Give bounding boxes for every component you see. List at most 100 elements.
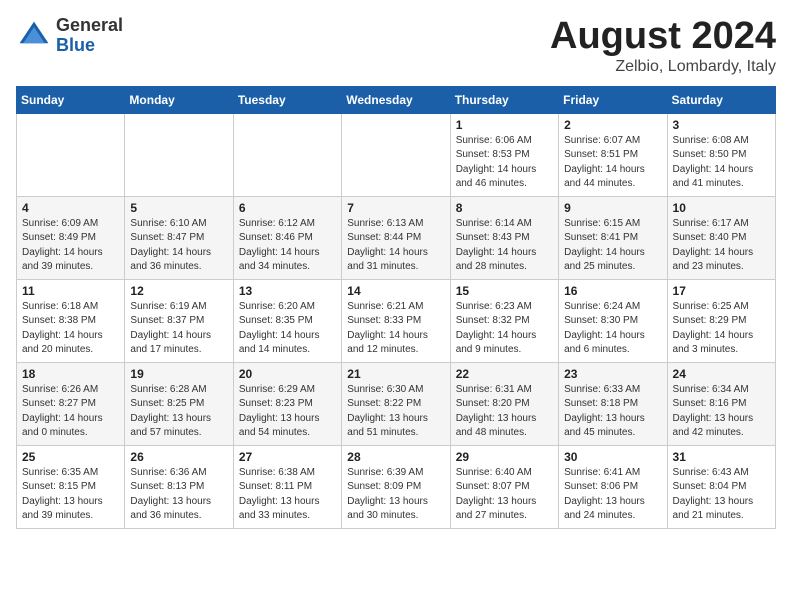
calendar-week-row: 11Sunrise: 6:18 AMSunset: 8:38 PMDayligh… bbox=[17, 279, 776, 362]
day-number: 3 bbox=[673, 118, 770, 132]
day-info: Sunrise: 6:39 AMSunset: 8:09 PMDaylight:… bbox=[347, 466, 444, 524]
logo-text: General Blue bbox=[56, 16, 123, 56]
day-number: 24 bbox=[673, 367, 770, 381]
day-info: Sunrise: 6:25 AMSunset: 8:29 PMDaylight:… bbox=[673, 300, 770, 358]
weekday-header-row: SundayMondayTuesdayWednesdayThursdayFrid… bbox=[17, 86, 776, 113]
calendar-table: SundayMondayTuesdayWednesdayThursdayFrid… bbox=[16, 86, 776, 529]
day-number: 17 bbox=[673, 284, 770, 298]
calendar-day-cell: 3 Sunrise: 6:08 AMSunset: 8:50 PMDaylight… bbox=[667, 113, 775, 196]
calendar-day-cell: 30 Sunrise: 6:41 AMSunset: 8:06 PMDayligh… bbox=[559, 445, 667, 528]
calendar-day-cell: 15Sunrise: 6:23 AMSunset: 8:32 PMDayligh… bbox=[450, 279, 558, 362]
weekday-header-cell: Wednesday bbox=[342, 86, 450, 113]
day-info: Sunrise: 6:06 AMSunset: 8:53 PMDaylight:… bbox=[456, 134, 553, 192]
day-number: 10 bbox=[673, 201, 770, 215]
day-info: Sunrise: 6:17 AMSunset: 8:40 PMDaylight:… bbox=[673, 217, 770, 275]
day-number: 6 bbox=[239, 201, 336, 215]
day-number: 4 bbox=[22, 201, 119, 215]
day-info: Sunrise: 6:19 AMSunset: 8:37 PMDaylight:… bbox=[130, 300, 227, 358]
day-number: 26 bbox=[130, 450, 227, 464]
calendar-day-cell: 20Sunrise: 6:29 AMSunset: 8:23 PMDayligh… bbox=[233, 362, 341, 445]
calendar-day-cell: 13 Sunrise: 6:20 AMSunset: 8:35 PMDayligh… bbox=[233, 279, 341, 362]
day-number: 5 bbox=[130, 201, 227, 215]
calendar-day-cell: 9Sunrise: 6:15 AMSunset: 8:41 PMDaylight… bbox=[559, 196, 667, 279]
day-info: Sunrise: 6:13 AMSunset: 8:44 PMDaylight:… bbox=[347, 217, 444, 275]
calendar-day-cell: 5 Sunrise: 6:10 AMSunset: 8:47 PMDaylight… bbox=[125, 196, 233, 279]
day-number: 31 bbox=[673, 450, 770, 464]
calendar-day-cell: 17 Sunrise: 6:25 AMSunset: 8:29 PMDayligh… bbox=[667, 279, 775, 362]
calendar-week-row: 25Sunrise: 6:35 AMSunset: 8:15 PMDayligh… bbox=[17, 445, 776, 528]
day-info: Sunrise: 6:12 AMSunset: 8:46 PMDaylight:… bbox=[239, 217, 336, 275]
day-number: 16 bbox=[564, 284, 661, 298]
logo-blue: Blue bbox=[56, 36, 123, 56]
calendar-day-cell: 6 Sunrise: 6:12 AMSunset: 8:46 PMDaylight… bbox=[233, 196, 341, 279]
day-info: Sunrise: 6:38 AMSunset: 8:11 PMDaylight:… bbox=[239, 466, 336, 524]
weekday-header-cell: Saturday bbox=[667, 86, 775, 113]
calendar-day-cell: 1 Sunrise: 6:06 AMSunset: 8:53 PMDaylight… bbox=[450, 113, 558, 196]
weekday-header-cell: Tuesday bbox=[233, 86, 341, 113]
location: Zelbio, Lombardy, Italy bbox=[550, 58, 776, 76]
calendar-day-cell: 2Sunrise: 6:07 AMSunset: 8:51 PMDaylight… bbox=[559, 113, 667, 196]
day-number: 21 bbox=[347, 367, 444, 381]
day-number: 30 bbox=[564, 450, 661, 464]
day-number: 19 bbox=[130, 367, 227, 381]
calendar-week-row: 4 Sunrise: 6:09 AMSunset: 8:49 PMDaylight… bbox=[17, 196, 776, 279]
calendar-day-cell: 25Sunrise: 6:35 AMSunset: 8:15 PMDayligh… bbox=[17, 445, 125, 528]
calendar-day-cell: 4 Sunrise: 6:09 AMSunset: 8:49 PMDaylight… bbox=[17, 196, 125, 279]
day-number: 8 bbox=[456, 201, 553, 215]
day-info: Sunrise: 6:15 AMSunset: 8:41 PMDaylight:… bbox=[564, 217, 661, 275]
day-info: Sunrise: 6:24 AMSunset: 8:30 PMDaylight:… bbox=[564, 300, 661, 358]
day-number: 27 bbox=[239, 450, 336, 464]
calendar-day-cell: 16 Sunrise: 6:24 AMSunset: 8:30 PMDayligh… bbox=[559, 279, 667, 362]
day-info: Sunrise: 6:30 AMSunset: 8:22 PMDaylight:… bbox=[347, 383, 444, 441]
day-info: Sunrise: 6:20 AMSunset: 8:35 PMDaylight:… bbox=[239, 300, 336, 358]
day-info: Sunrise: 6:35 AMSunset: 8:15 PMDaylight:… bbox=[22, 466, 119, 524]
day-info: Sunrise: 6:21 AMSunset: 8:33 PMDaylight:… bbox=[347, 300, 444, 358]
day-number: 12 bbox=[130, 284, 227, 298]
weekday-header-cell: Thursday bbox=[450, 86, 558, 113]
calendar-day-cell bbox=[233, 113, 341, 196]
day-number: 13 bbox=[239, 284, 336, 298]
calendar-day-cell: 12 Sunrise: 6:19 AMSunset: 8:37 PMDayligh… bbox=[125, 279, 233, 362]
calendar-day-cell bbox=[342, 113, 450, 196]
calendar-day-cell bbox=[17, 113, 125, 196]
day-number: 2 bbox=[564, 118, 661, 132]
calendar-day-cell: 22 Sunrise: 6:31 AMSunset: 8:20 PMDayligh… bbox=[450, 362, 558, 445]
page-header: General Blue August 2024 Zelbio, Lombard… bbox=[16, 16, 776, 76]
day-info: Sunrise: 6:23 AMSunset: 8:32 PMDaylight:… bbox=[456, 300, 553, 358]
calendar-day-cell bbox=[125, 113, 233, 196]
title-section: August 2024 Zelbio, Lombardy, Italy bbox=[550, 16, 776, 76]
calendar-body: 1 Sunrise: 6:06 AMSunset: 8:53 PMDaylight… bbox=[17, 113, 776, 528]
weekday-header-cell: Sunday bbox=[17, 86, 125, 113]
weekday-header-cell: Friday bbox=[559, 86, 667, 113]
day-info: Sunrise: 6:09 AMSunset: 8:49 PMDaylight:… bbox=[22, 217, 119, 275]
calendar-day-cell: 24Sunrise: 6:34 AMSunset: 8:16 PMDayligh… bbox=[667, 362, 775, 445]
calendar-day-cell: 18 Sunrise: 6:26 AMSunset: 8:27 PMDayligh… bbox=[17, 362, 125, 445]
day-number: 22 bbox=[456, 367, 553, 381]
day-info: Sunrise: 6:41 AMSunset: 8:06 PMDaylight:… bbox=[564, 466, 661, 524]
weekday-header-cell: Monday bbox=[125, 86, 233, 113]
calendar-day-cell: 21 Sunrise: 6:30 AMSunset: 8:22 PMDayligh… bbox=[342, 362, 450, 445]
logo: General Blue bbox=[16, 16, 123, 56]
calendar-week-row: 1 Sunrise: 6:06 AMSunset: 8:53 PMDaylight… bbox=[17, 113, 776, 196]
day-info: Sunrise: 6:29 AMSunset: 8:23 PMDaylight:… bbox=[239, 383, 336, 441]
day-info: Sunrise: 6:10 AMSunset: 8:47 PMDaylight:… bbox=[130, 217, 227, 275]
day-number: 29 bbox=[456, 450, 553, 464]
day-info: Sunrise: 6:26 AMSunset: 8:27 PMDaylight:… bbox=[22, 383, 119, 441]
calendar-day-cell: 29Sunrise: 6:40 AMSunset: 8:07 PMDayligh… bbox=[450, 445, 558, 528]
day-info: Sunrise: 6:31 AMSunset: 8:20 PMDaylight:… bbox=[456, 383, 553, 441]
logo-general: General bbox=[56, 16, 123, 36]
day-number: 7 bbox=[347, 201, 444, 215]
calendar-day-cell: 19Sunrise: 6:28 AMSunset: 8:25 PMDayligh… bbox=[125, 362, 233, 445]
day-number: 18 bbox=[22, 367, 119, 381]
day-number: 14 bbox=[347, 284, 444, 298]
day-info: Sunrise: 6:14 AMSunset: 8:43 PMDaylight:… bbox=[456, 217, 553, 275]
day-number: 1 bbox=[456, 118, 553, 132]
calendar-day-cell: 7 Sunrise: 6:13 AMSunset: 8:44 PMDaylight… bbox=[342, 196, 450, 279]
calendar-day-cell: 26Sunrise: 6:36 AMSunset: 8:13 PMDayligh… bbox=[125, 445, 233, 528]
day-number: 23 bbox=[564, 367, 661, 381]
day-number: 28 bbox=[347, 450, 444, 464]
day-info: Sunrise: 6:08 AMSunset: 8:50 PMDaylight:… bbox=[673, 134, 770, 192]
logo-icon bbox=[16, 18, 52, 54]
day-info: Sunrise: 6:33 AMSunset: 8:18 PMDaylight:… bbox=[564, 383, 661, 441]
calendar-day-cell: 8 Sunrise: 6:14 AMSunset: 8:43 PMDaylight… bbox=[450, 196, 558, 279]
